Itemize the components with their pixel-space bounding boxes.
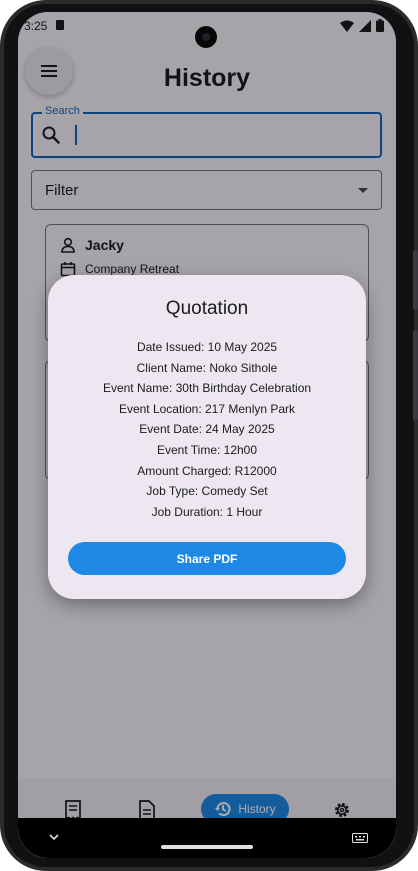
job-type: Job Type: Comedy Set [146,484,268,499]
quotation-details: Date Issued: 10 May 2025 Client Name: No… [48,337,366,522]
keyboard-icon[interactable] [352,833,368,843]
amount-charged: Amount Charged: R12000 [137,463,277,478]
client-name: Client Name: Noko Sithole [136,360,278,375]
volume-button [413,330,418,420]
home-handle[interactable] [161,845,253,849]
event-location: Event Location: 217 Menlyn Park [118,401,296,416]
system-navigation-bar [18,818,396,858]
job-duration: Job Duration: 1 Hour [151,504,263,519]
chevron-down-icon[interactable] [48,832,60,842]
event-time: Event Time: 12h00 [156,442,258,457]
app-screen: 3:25 History Search Filter Jacky Company… [18,12,396,858]
dialog-title: Quotation [165,298,249,319]
side-button [413,250,418,310]
quotation-dialog: Quotation Date Issued: 10 May 2025 Clien… [48,275,366,599]
share-pdf-button[interactable]: Share PDF [68,542,346,575]
date-issued: Date Issued: 10 May 2025 [136,340,278,354]
event-date: Event Date: 24 May 2025 [139,422,275,437]
event-name: Event Name: 30th Birthday Celebration [102,381,312,396]
